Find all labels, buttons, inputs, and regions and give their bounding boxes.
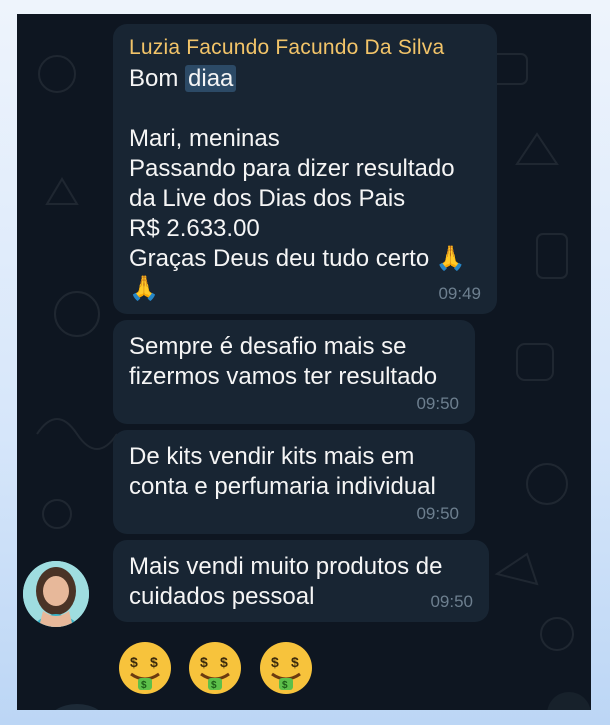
svg-text:$: $ bbox=[291, 654, 299, 670]
search-highlight: diaa bbox=[185, 65, 237, 92]
money-mouth-face-icon[interactable]: $ $ $ bbox=[258, 640, 314, 696]
message-text: Mari, meninas Passando para dizer result… bbox=[129, 125, 466, 302]
sender-name[interactable]: Luzia Facundo Facundo Da Silva bbox=[129, 36, 481, 60]
money-mouth-face-icon[interactable]: $ $ $ bbox=[187, 640, 243, 696]
message-bubble[interactable]: Mais vendi muito produtos de cuidados pe… bbox=[113, 540, 489, 622]
svg-text:$: $ bbox=[130, 654, 138, 670]
svg-text:$: $ bbox=[150, 654, 158, 670]
svg-text:$: $ bbox=[141, 680, 147, 691]
svg-text:$: $ bbox=[271, 654, 279, 670]
message-text: De kits vendir kits mais em conta e perf… bbox=[129, 443, 436, 500]
chat-area: Luzia Facundo Facundo Da Silva Bom diaa … bbox=[17, 14, 591, 710]
message-time: 09:50 bbox=[416, 394, 459, 413]
greeting-word: Bom bbox=[129, 65, 179, 92]
message-time: 09:50 bbox=[416, 504, 459, 523]
message-bubble[interactable]: De kits vendir kits mais em conta e perf… bbox=[113, 430, 475, 534]
avatar-photo bbox=[23, 561, 89, 627]
svg-text:$: $ bbox=[220, 654, 228, 670]
svg-text:$: $ bbox=[211, 680, 217, 691]
svg-text:$: $ bbox=[282, 680, 288, 691]
money-mouth-face-icon[interactable]: $ $ $ bbox=[117, 640, 173, 696]
message-bubble[interactable]: Luzia Facundo Facundo Da Silva Bom diaa … bbox=[113, 24, 497, 314]
message-text: Mais vendi muito produtos de cuidados pe… bbox=[129, 553, 443, 610]
svg-text:$: $ bbox=[200, 654, 208, 670]
avatar[interactable] bbox=[23, 561, 89, 627]
message-greeting: Bom diaa bbox=[129, 64, 481, 94]
message-bubble[interactable]: Sempre é desafio mais se fizermos vamos … bbox=[113, 320, 475, 424]
message-text: Sempre é desafio mais se fizermos vamos … bbox=[129, 333, 438, 390]
message-time: 09:49 bbox=[438, 284, 481, 303]
message-time: 09:50 bbox=[430, 592, 473, 611]
